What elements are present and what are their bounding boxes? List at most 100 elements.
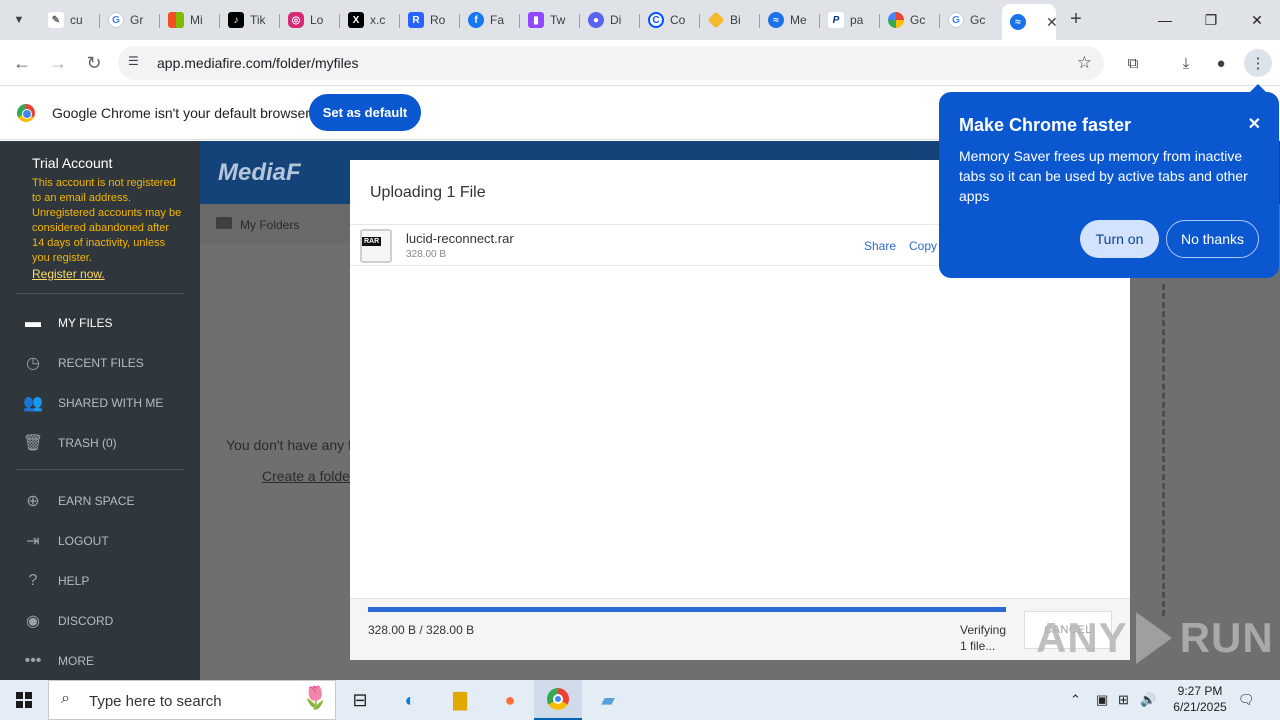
upload-dialog-title: Uploading 1 File [370, 184, 486, 201]
upload-progress-text: 328.00 B / 328.00 B [368, 623, 475, 637]
google-icon: G [108, 12, 124, 28]
task-view-button[interactable]: ⊟ [336, 680, 384, 720]
new-tab-button[interactable]: + [1064, 8, 1088, 32]
tab-12[interactable]: ≈ Me [760, 6, 820, 34]
tab-14[interactable]: Gc [880, 6, 940, 34]
search-icon: ⌕ [61, 690, 70, 707]
tray-device[interactable]: ▣ [1096, 680, 1108, 720]
account-title: Trial Account [32, 155, 113, 171]
edge-icon: ◐ [404, 689, 416, 710]
copy-link[interactable]: Copy [909, 239, 937, 253]
sidebar-item-discord[interactable]: ◉ DISCORD [0, 605, 200, 637]
tab-11[interactable]: Bi [700, 6, 760, 34]
upload-status-line1: Verifying [960, 623, 1007, 637]
tab-active-mediafire[interactable]: ≈ ✕ [1002, 4, 1056, 40]
taskbar-firefox[interactable]: ● [486, 680, 534, 720]
taskbar-clock[interactable]: 9:27 PM 6/21/2025 [1158, 683, 1242, 715]
restore-button[interactable]: ❐ [1188, 0, 1234, 40]
tab-9[interactable]: ● Di [580, 6, 640, 34]
sidebar-item-help[interactable]: ? HELP [0, 565, 200, 597]
tab-3[interactable]: ♪ Tik [220, 6, 280, 34]
twitch-icon: ▮ [528, 12, 544, 28]
google-icon: G [948, 12, 964, 28]
sidebar-divider [16, 469, 184, 470]
taskbar: ⌕ Type here to search 🌷 ⊟ ◐ ▇ ● ▰ ⌃ ▣ ⊞ … [0, 680, 1280, 720]
tab-8[interactable]: ▮ Tw [520, 6, 580, 34]
tab-search-button[interactable]: ▼ [6, 8, 32, 32]
no-thanks-button[interactable]: No thanks [1166, 220, 1259, 258]
tab-label: cu [70, 13, 83, 27]
set-as-default-button[interactable]: Set as default [309, 94, 421, 131]
tab-7[interactable]: f Fa [460, 6, 520, 34]
breadcrumb-my-folders[interactable]: My Folders [240, 218, 299, 232]
taskbar-app[interactable]: ▰ [584, 680, 632, 720]
tab-5[interactable]: X x.c [340, 6, 400, 34]
tab-6[interactable]: R Ro [400, 6, 460, 34]
sidebar-item-label: MORE [58, 654, 94, 668]
bookmark-star-icon[interactable]: ☆ [1077, 53, 1092, 73]
sidebar-item-label: EARN SPACE [58, 494, 135, 508]
sidebar-item-trash[interactable]: 🗑 TRASH (0) [0, 427, 200, 459]
search-highlight-icon: 🌷 [301, 685, 329, 710]
register-link[interactable]: Register now. [32, 267, 105, 281]
tab-label: Di [610, 13, 622, 27]
tiktok-icon: ♪ [228, 12, 244, 28]
tab-4[interactable]: ◎ Lo [280, 6, 340, 34]
upload-file-name: lucid-reconnect.rar [406, 231, 514, 246]
empty-folder-message: You don't have any f [226, 437, 352, 453]
close-window-button[interactable]: ✕ [1234, 0, 1280, 40]
site-info-icon[interactable]: ☰ [128, 54, 146, 72]
tab-10[interactable]: C Co [640, 6, 700, 34]
back-button[interactable]: ← [8, 49, 36, 77]
help-icon: ? [28, 572, 38, 589]
share-link[interactable]: Share [864, 239, 896, 253]
chrome-menu-button[interactable]: ⋮ [1244, 49, 1272, 77]
show-hidden-icons[interactable]: ⌃ [1070, 680, 1081, 720]
start-button[interactable] [0, 680, 48, 720]
tray-volume[interactable]: 🔊 [1140, 680, 1156, 720]
turn-on-button[interactable]: Turn on [1080, 220, 1159, 258]
more-vert-icon: ⋮ [1250, 55, 1266, 72]
extensions-button[interactable]: ⧉ [1119, 49, 1147, 77]
tab-1[interactable]: G Gr [100, 6, 160, 34]
minimize-icon: — [1158, 12, 1172, 28]
folder-icon: ▬ [25, 314, 41, 331]
close-tab-icon[interactable]: ✕ [1046, 14, 1056, 31]
tab-label: Lo [310, 13, 324, 27]
notification-button[interactable]: 🗨 [1238, 680, 1255, 720]
drop-zone-border [1162, 284, 1166, 616]
download-icon: ⤓ [1182, 54, 1190, 72]
minimize-button[interactable]: — [1142, 0, 1188, 40]
sidebar-item-recent-files[interactable]: ◷ RECENT FILES [0, 347, 200, 379]
sidebar-item-logout[interactable]: ⇥ LOGOUT [0, 525, 200, 557]
taskbar-search[interactable]: ⌕ Type here to search 🌷 [48, 680, 336, 720]
forward-button[interactable]: → [44, 49, 72, 77]
mediafire-icon: ≈ [768, 12, 784, 28]
tab-15[interactable]: G Gc [940, 6, 1000, 34]
account-warning: This account is not registered to an ema… [32, 177, 182, 264]
close-icon[interactable]: ✕ [1248, 114, 1261, 134]
taskbar-file-explorer[interactable]: ▇ [436, 680, 484, 720]
sidebar-item-earn-space[interactable]: ⊕ EARN SPACE [0, 485, 200, 517]
sidebar-item-shared-with-me[interactable]: 👥 SHARED WITH ME [0, 387, 200, 419]
clock-icon: ◷ [26, 355, 40, 372]
address-bar[interactable]: ☰ app.mediafire.com/folder/myfiles ☆ [118, 46, 1104, 80]
tab-0[interactable]: ✎ cu [40, 6, 100, 34]
reload-button[interactable]: ↻ [80, 49, 108, 77]
microsoft-icon [168, 12, 184, 28]
taskbar-edge[interactable]: ◐ [386, 680, 434, 720]
rar-badge: RAR [362, 237, 382, 246]
downloads-button[interactable]: ⤓ [1172, 49, 1200, 77]
create-folder-link[interactable]: Create a folde [262, 468, 350, 484]
tab-13[interactable]: P pa [820, 6, 880, 34]
sidebar-item-more[interactable]: ••• MORE [0, 645, 200, 677]
mediafire-logo: MediaF [218, 159, 301, 186]
profile-button[interactable]: ● [1207, 49, 1235, 77]
sidebar-item-my-files[interactable]: ▬ MY FILES [0, 307, 200, 339]
tray-network[interactable]: ⊞ [1118, 680, 1129, 720]
taskbar-chrome[interactable] [534, 680, 582, 720]
watermark-left: ANY [1036, 614, 1128, 661]
tab-label: Gr [130, 13, 144, 27]
tab-2[interactable]: Mi [160, 6, 220, 34]
restore-icon: ❐ [1204, 11, 1218, 28]
